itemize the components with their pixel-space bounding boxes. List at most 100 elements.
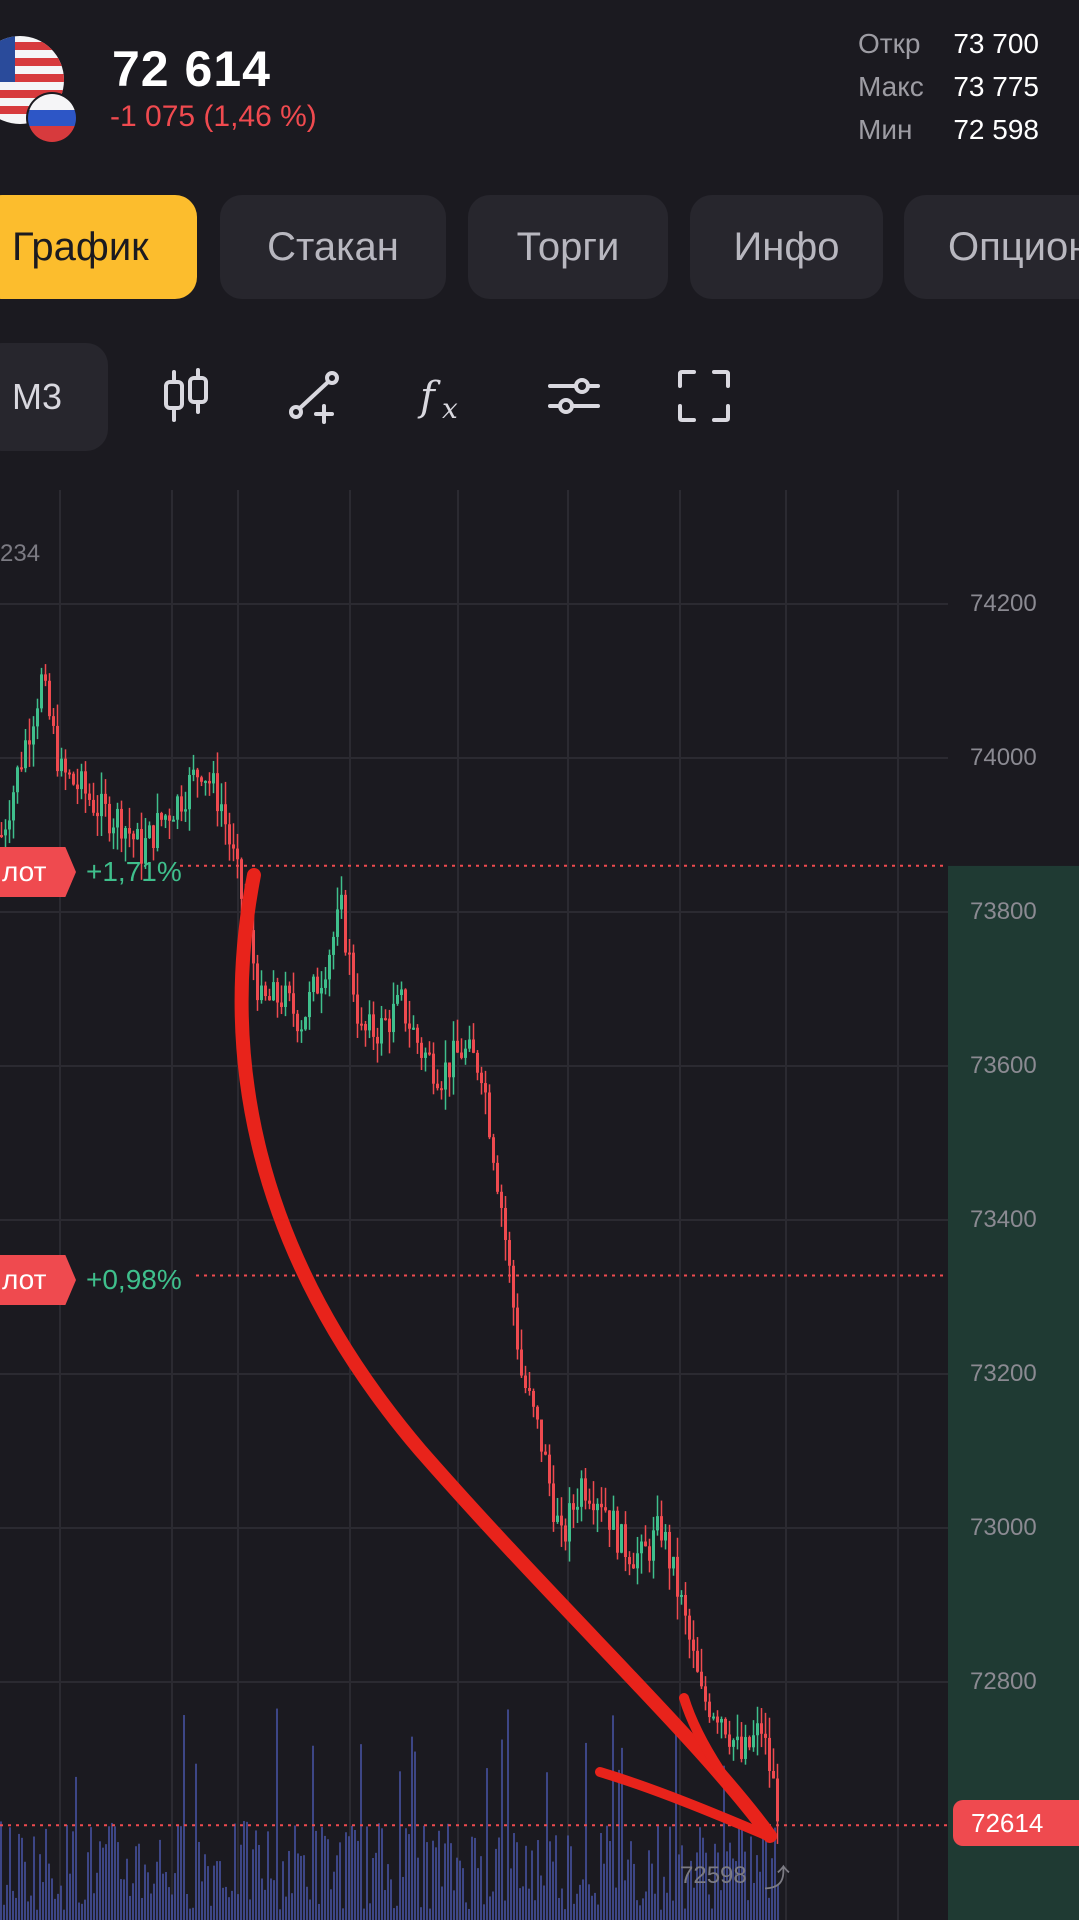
draw-line-icon[interactable] xyxy=(284,366,344,426)
volume-bar xyxy=(747,1900,749,1920)
candle-body xyxy=(760,1723,763,1734)
volume-bar xyxy=(495,1848,497,1920)
candle-body xyxy=(584,1478,587,1501)
indicators-fx-icon[interactable]: f x xyxy=(414,366,474,426)
candle-body xyxy=(20,767,23,770)
volume-bar xyxy=(600,1832,602,1920)
volume-bar xyxy=(579,1884,581,1920)
order-badge-2[interactable]: лот xyxy=(0,1255,76,1305)
volume-bar xyxy=(297,1853,299,1920)
volume-bar xyxy=(84,1899,86,1920)
candle-body xyxy=(236,848,239,860)
volume-bar xyxy=(201,1881,203,1920)
volume-bar xyxy=(405,1828,407,1920)
tab-trades[interactable]: Торги xyxy=(468,195,668,299)
volume-bar xyxy=(537,1840,539,1920)
candle-body xyxy=(136,828,139,840)
candle-body xyxy=(692,1639,695,1651)
candle-body xyxy=(280,1002,283,1007)
volume-bar xyxy=(396,1905,398,1920)
candle-body xyxy=(84,771,87,794)
volume-bar xyxy=(468,1908,470,1920)
interval-button[interactable]: М3 xyxy=(0,343,108,451)
tab-info[interactable]: Инфо xyxy=(690,195,883,299)
volume-bar xyxy=(582,1879,584,1920)
candle-body xyxy=(360,1023,363,1026)
volume-bar xyxy=(162,1873,164,1920)
volume-bar xyxy=(378,1823,380,1920)
candle-body xyxy=(56,725,59,772)
volume-bar xyxy=(81,1903,83,1920)
fullscreen-icon[interactable] xyxy=(674,366,734,426)
candle-body xyxy=(156,813,159,849)
volume-bar xyxy=(345,1832,347,1920)
volume-bar xyxy=(219,1861,221,1920)
volume-bar xyxy=(387,1864,389,1920)
volume-bar xyxy=(693,1887,695,1920)
volume-bar xyxy=(96,1872,98,1920)
volume-bar xyxy=(78,1902,80,1920)
volume-bar xyxy=(438,1830,440,1920)
candle-body xyxy=(132,833,135,840)
candle-body xyxy=(748,1737,751,1748)
candle-body xyxy=(52,716,55,726)
tab-chart[interactable]: График xyxy=(0,195,197,299)
candle-body xyxy=(444,1062,447,1090)
candle-body xyxy=(776,1778,779,1822)
tab-options[interactable]: Опционы xyxy=(904,195,1079,299)
candle-body xyxy=(512,1265,515,1308)
candle-body xyxy=(524,1375,527,1388)
order-badge-1[interactable]: лот xyxy=(0,847,76,897)
candle-body xyxy=(380,1018,383,1044)
volume-bar xyxy=(390,1879,392,1920)
candle-body xyxy=(448,1062,451,1078)
candle-body xyxy=(148,825,151,839)
candle-body xyxy=(712,1716,715,1719)
candlestick-icon[interactable] xyxy=(156,366,216,426)
volume-bar xyxy=(207,1866,209,1920)
tab-orderbook[interactable]: Стакан xyxy=(220,195,446,299)
volume-bar xyxy=(426,1842,428,1920)
volume-bar xyxy=(315,1830,317,1920)
candle-body xyxy=(104,793,107,804)
candle-body xyxy=(424,1052,427,1058)
volume-bar xyxy=(633,1863,635,1920)
candle-body xyxy=(112,827,115,834)
chart-grid xyxy=(0,490,948,1920)
candle-body xyxy=(12,792,15,821)
candle-body xyxy=(356,994,359,1024)
candle-body xyxy=(36,708,39,727)
candle-body xyxy=(568,1503,571,1542)
volume-bar xyxy=(165,1872,167,1920)
volume-bar xyxy=(12,1890,14,1920)
candle-body xyxy=(724,1718,727,1735)
volume-bar xyxy=(99,1841,101,1920)
candle-body xyxy=(196,769,199,778)
settings-sliders-icon[interactable] xyxy=(544,366,604,426)
candle-body xyxy=(492,1137,495,1163)
volume-bar xyxy=(618,1769,620,1920)
volume-bar xyxy=(654,1893,656,1920)
candle-body xyxy=(736,1736,739,1741)
candle-body xyxy=(228,824,231,845)
candle-body xyxy=(436,1083,439,1089)
candle-body xyxy=(120,808,123,839)
volume-bar xyxy=(93,1893,95,1920)
volume-bar xyxy=(240,1844,242,1920)
volume-bar xyxy=(546,1772,548,1920)
candle-body xyxy=(500,1191,503,1208)
candle-body xyxy=(268,996,271,1001)
volume-bar xyxy=(138,1843,140,1920)
volume-bar xyxy=(180,1826,182,1920)
volume-bar xyxy=(195,1763,197,1920)
price-chart[interactable] xyxy=(0,490,1079,1920)
volume-bar xyxy=(339,1842,341,1920)
volume-bar xyxy=(270,1878,272,1920)
candle-body xyxy=(716,1716,719,1723)
candle-body xyxy=(532,1390,535,1407)
candle-body xyxy=(536,1406,539,1420)
candle-body xyxy=(128,828,131,834)
candle-body xyxy=(684,1594,687,1616)
volume-bar xyxy=(372,1858,374,1920)
volume-bar xyxy=(306,1886,308,1920)
